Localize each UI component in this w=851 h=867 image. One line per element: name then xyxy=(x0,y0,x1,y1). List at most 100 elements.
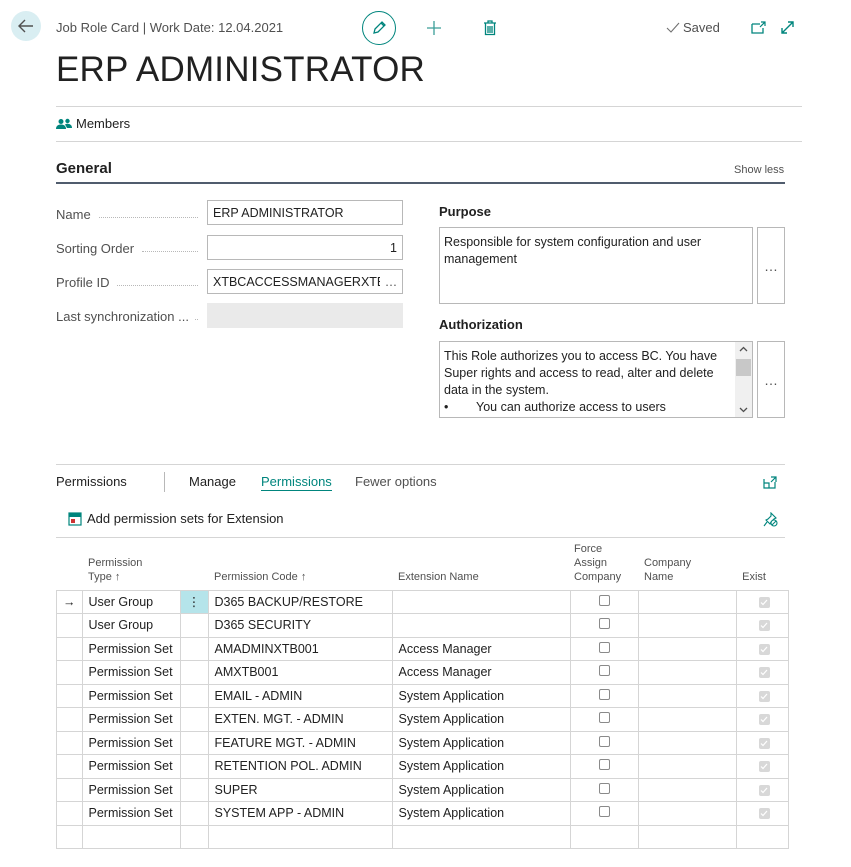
force-assign-checkbox[interactable] xyxy=(598,641,610,653)
cell-extension-name[interactable]: System Application xyxy=(391,777,571,802)
row-menu-button[interactable] xyxy=(179,613,209,638)
open-new-window-button[interactable] xyxy=(749,18,767,36)
col-header-extension-name[interactable]: Extension Name xyxy=(392,540,570,590)
cell-permission-type[interactable]: Permission Set xyxy=(81,754,181,779)
cell-permission-type[interactable]: Permission Set xyxy=(81,660,181,685)
cell-permission-code[interactable]: EXTEN. MGT. - ADMIN xyxy=(207,707,393,732)
cell-permission-code[interactable]: EMAIL - ADMIN xyxy=(207,683,393,708)
row-indicator[interactable] xyxy=(56,683,83,708)
tab-permissions[interactable]: Permissions xyxy=(261,474,332,491)
tab-manage[interactable]: Manage xyxy=(189,474,236,489)
table-row[interactable]: Permission Set RETENTION POL. ADMIN System… xyxy=(56,754,789,779)
cell-exist[interactable] xyxy=(735,824,789,849)
cell-extension-name[interactable] xyxy=(391,613,571,638)
cell-permission-code[interactable]: SUPER xyxy=(207,777,393,802)
table-row[interactable]: Permission Set EMAIL - ADMIN System Applic… xyxy=(56,683,789,708)
cell-company-name[interactable] xyxy=(637,824,737,849)
col-header-force-assign-company[interactable]: Force Assign Company xyxy=(570,540,638,590)
add-permission-sets-action[interactable]: Add permission sets for Extension xyxy=(68,511,284,526)
row-indicator[interactable] xyxy=(56,660,83,685)
authorization-edit-button[interactable]: … xyxy=(757,341,785,418)
cell-force-assign-company[interactable] xyxy=(569,824,639,849)
table-row[interactable]: Permission Set AMXTB001 Access Manager xyxy=(56,660,789,685)
cell-permission-code[interactable]: FEATURE MGT. - ADMIN xyxy=(207,730,393,755)
cell-company-name[interactable] xyxy=(637,777,737,802)
cell-permission-type[interactable]: Permission Set xyxy=(81,636,181,661)
cell-company-name[interactable] xyxy=(637,707,737,732)
table-row[interactable]: → User Group ⋮ D365 BACKUP/RESTORE xyxy=(56,589,789,614)
section-title-general[interactable]: General xyxy=(56,160,112,177)
row-menu-button[interactable] xyxy=(179,730,209,755)
table-row-empty[interactable] xyxy=(56,824,789,849)
tab-fewer-options[interactable]: Fewer options xyxy=(355,474,437,489)
table-row[interactable]: Permission Set SUPER System Application xyxy=(56,777,789,802)
cell-permission-code[interactable]: RETENTION POL. ADMIN xyxy=(207,754,393,779)
row-indicator[interactable] xyxy=(56,613,83,638)
row-menu-button[interactable]: ⋮ xyxy=(179,589,209,614)
unpin-button[interactable] xyxy=(762,511,778,527)
row-indicator[interactable] xyxy=(56,754,83,779)
row-menu-button[interactable] xyxy=(179,660,209,685)
edit-button[interactable] xyxy=(362,11,396,45)
table-row[interactable]: Permission Set FEATURE MGT. - ADMIN System… xyxy=(56,730,789,755)
cell-extension-name[interactable]: System Application xyxy=(391,683,571,708)
cell-company-name[interactable] xyxy=(637,636,737,661)
cell-permission-type[interactable]: User Group xyxy=(81,589,181,614)
cell-extension-name[interactable]: System Application xyxy=(391,730,571,755)
purpose-textarea[interactable]: Responsible for system configuration and… xyxy=(439,227,753,304)
sorting-order-input[interactable]: 1 xyxy=(207,235,403,260)
force-assign-checkbox[interactable] xyxy=(598,665,610,677)
row-indicator[interactable] xyxy=(56,824,83,849)
table-row[interactable]: Permission Set SYSTEM APP - ADMIN System A… xyxy=(56,801,789,826)
col-header-permission-code[interactable]: Permission Code ↑ xyxy=(208,540,392,590)
cell-permission-type[interactable]: Permission Set xyxy=(81,730,181,755)
force-assign-checkbox[interactable] xyxy=(598,594,610,606)
members-action[interactable]: Members xyxy=(56,116,130,131)
row-menu-button[interactable] xyxy=(179,683,209,708)
show-less-link[interactable]: Show less xyxy=(734,164,784,176)
purpose-edit-button[interactable]: … xyxy=(757,227,785,304)
cell-extension-name[interactable]: Access Manager xyxy=(391,636,571,661)
pop-out-button[interactable] xyxy=(762,474,778,490)
cell-extension-name[interactable] xyxy=(391,589,571,614)
row-menu-button[interactable] xyxy=(179,754,209,779)
col-header-permission-type[interactable]: Permission Type ↑ xyxy=(82,540,180,590)
cell-company-name[interactable] xyxy=(637,730,737,755)
row-menu-button[interactable] xyxy=(179,636,209,661)
authorization-scrollbar[interactable] xyxy=(735,342,752,417)
row-menu-button[interactable] xyxy=(179,824,209,849)
table-row[interactable]: Permission Set EXTEN. MGT. - ADMIN System … xyxy=(56,707,789,732)
cell-permission-code[interactable]: D365 SECURITY xyxy=(207,613,393,638)
authorization-textarea[interactable]: This Role authorizes you to access BC. Y… xyxy=(439,341,753,418)
force-assign-checkbox[interactable] xyxy=(598,759,610,771)
cell-permission-type[interactable]: Permission Set xyxy=(81,777,181,802)
col-header-company-name[interactable]: Company Name xyxy=(638,540,736,590)
force-assign-checkbox[interactable] xyxy=(598,618,610,630)
row-indicator[interactable] xyxy=(56,777,83,802)
cell-extension-name[interactable]: System Application xyxy=(391,707,571,732)
cell-company-name[interactable] xyxy=(637,589,737,614)
table-row[interactable]: User Group D365 SECURITY xyxy=(56,613,789,638)
profile-id-lookup-button[interactable]: … xyxy=(380,275,402,289)
col-header-exist[interactable]: Exist xyxy=(736,540,788,590)
cell-company-name[interactable] xyxy=(637,660,737,685)
expand-button[interactable] xyxy=(778,18,796,36)
delete-button[interactable] xyxy=(480,18,500,38)
back-button[interactable] xyxy=(11,11,41,41)
cell-company-name[interactable] xyxy=(637,683,737,708)
force-assign-checkbox[interactable] xyxy=(598,712,610,724)
cell-permission-type[interactable]: Permission Set xyxy=(81,707,181,732)
cell-extension-name[interactable]: System Application xyxy=(391,801,571,826)
cell-extension-name[interactable]: Access Manager xyxy=(391,660,571,685)
row-indicator[interactable]: → xyxy=(56,589,83,614)
cell-extension-name[interactable]: System Application xyxy=(391,754,571,779)
force-assign-checkbox[interactable] xyxy=(598,688,610,700)
cell-permission-type[interactable]: Permission Set xyxy=(81,683,181,708)
force-assign-checkbox[interactable] xyxy=(598,735,610,747)
cell-permission-code[interactable]: D365 BACKUP/RESTORE xyxy=(207,589,393,614)
row-indicator[interactable] xyxy=(56,707,83,732)
row-menu-button[interactable] xyxy=(179,777,209,802)
profile-id-input[interactable]: XTBCACCESSMANAGERXTBC … xyxy=(207,269,403,294)
cell-permission-type[interactable]: User Group xyxy=(81,613,181,638)
cell-permission-code[interactable] xyxy=(207,824,393,849)
